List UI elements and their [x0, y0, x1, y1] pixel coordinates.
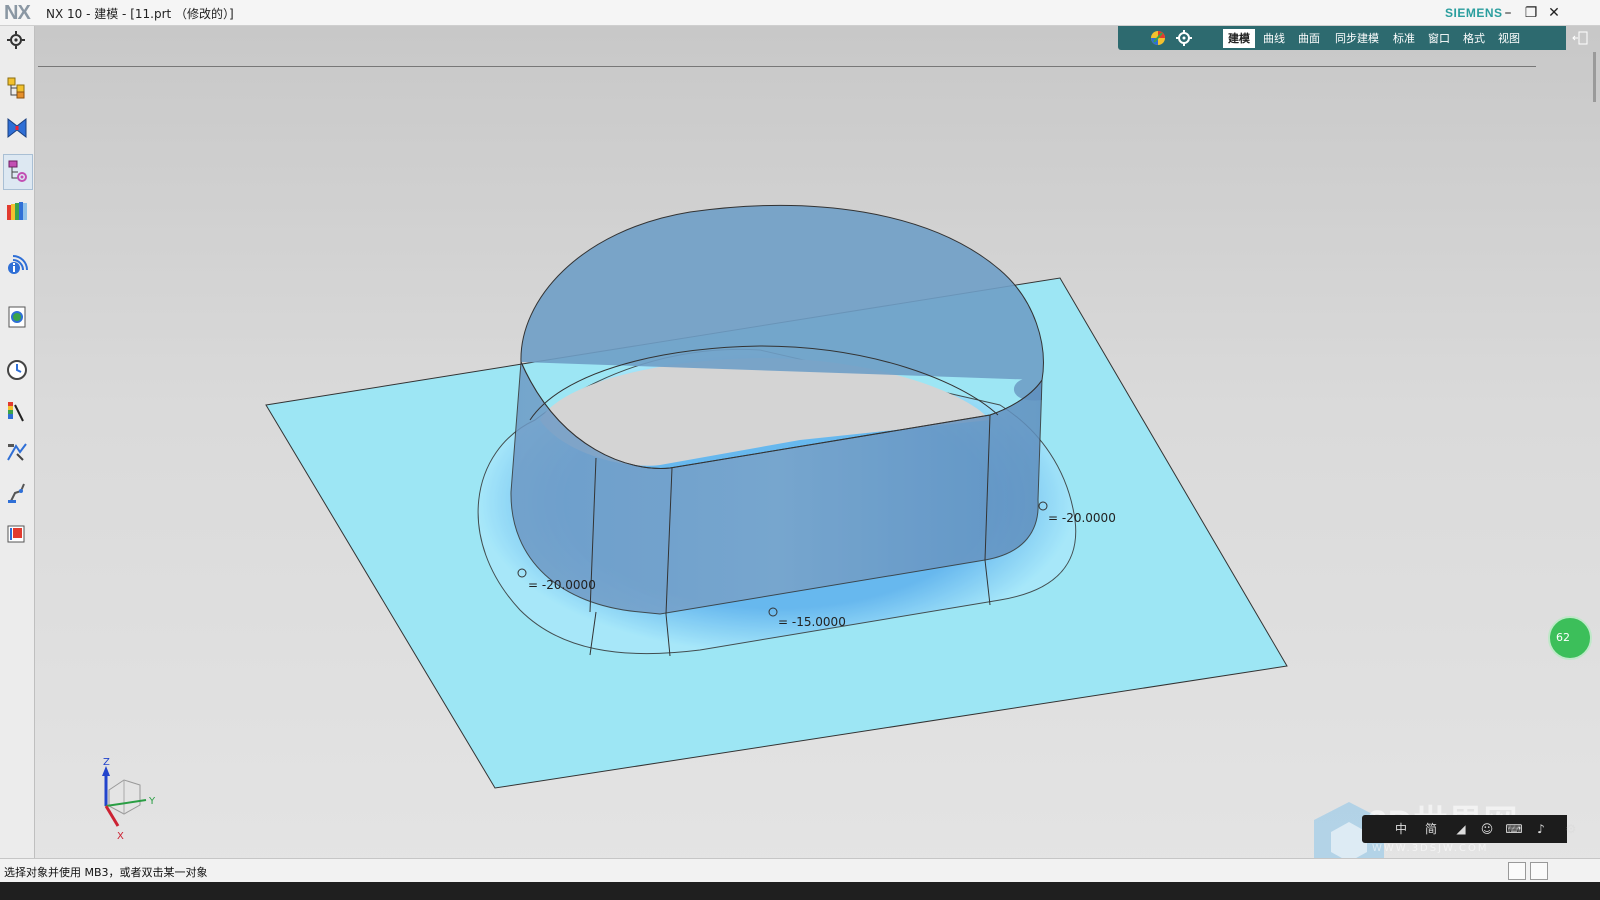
status-bar: 选择对象并使用 MB3，或者双击某一对象: [0, 858, 1600, 883]
tab-modeling[interactable]: 建模: [1223, 29, 1255, 48]
status-message: 选择对象并使用 MB3，或者双击某一对象: [4, 866, 208, 879]
tab-format[interactable]: 格式: [1458, 29, 1490, 48]
tab-synchronous-modeling[interactable]: 同步建模: [1330, 29, 1384, 48]
tab-window[interactable]: 窗口: [1423, 29, 1455, 48]
tab-standard[interactable]: 标准: [1388, 29, 1420, 48]
taskbar-strip: [0, 882, 1600, 900]
watermark-url: WWW.3DSJW.COM: [1372, 843, 1489, 854]
triad-y-label: Y: [148, 796, 156, 807]
dimension-label-left[interactable]: = -20.0000: [528, 578, 596, 592]
ime-punct-icon[interactable]: ◢: [1452, 820, 1470, 838]
ribbon-options-icon[interactable]: [1570, 28, 1590, 48]
dimension-label-front[interactable]: = -15.0000: [778, 615, 846, 629]
tab-view[interactable]: 视图: [1493, 29, 1525, 48]
ime-keyboard-icon[interactable]: ⌨: [1505, 820, 1523, 838]
dimension-label-right[interactable]: = -20.0000: [1048, 511, 1116, 525]
ime-voice-icon[interactable]: ♪: [1532, 820, 1550, 838]
right-edge-handle[interactable]: [1593, 52, 1596, 102]
triad-x-label: X: [117, 831, 124, 842]
triad-z-label: Z: [103, 757, 110, 768]
ime-simplified-icon[interactable]: 简: [1422, 820, 1440, 838]
customize-gear-icon[interactable]: [1174, 28, 1194, 48]
view-triad[interactable]: Z Y X: [102, 757, 156, 842]
selection-filter-icon[interactable]: [1508, 862, 1526, 880]
color-palette-icon[interactable]: [1148, 28, 1168, 48]
model-view[interactable]: = -20.0000 = -15.0000 = -20.0000 Z Y X: [0, 0, 1600, 900]
ime-chinese-icon[interactable]: 中: [1392, 820, 1410, 838]
tab-surface[interactable]: 曲面: [1293, 29, 1325, 48]
performance-badge[interactable]: 62: [1548, 616, 1592, 660]
full-screen-icon[interactable]: [1530, 862, 1548, 880]
ime-settings-icon[interactable]: ⚙: [1562, 820, 1580, 838]
ime-emoji-icon[interactable]: ☺: [1478, 820, 1496, 838]
tab-curve[interactable]: 曲线: [1258, 29, 1290, 48]
